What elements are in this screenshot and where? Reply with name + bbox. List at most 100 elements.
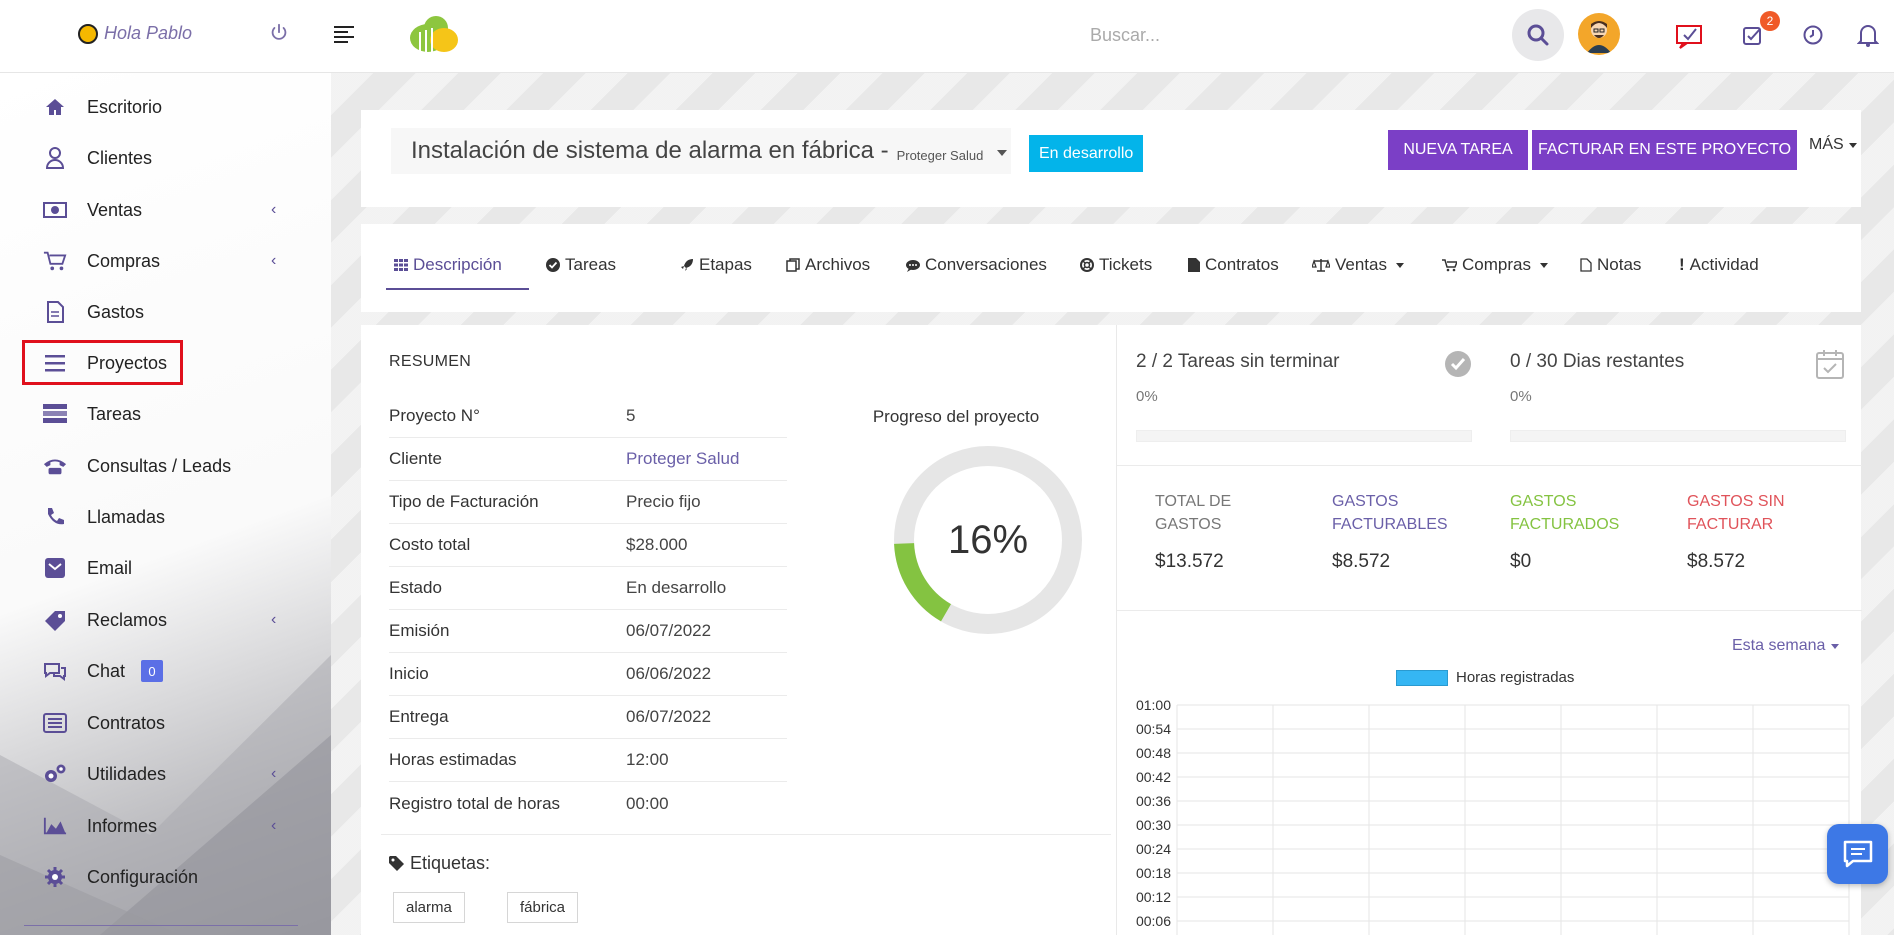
- file-icon: [1188, 258, 1200, 272]
- invoice-project-button[interactable]: FACTURAR EN ESTE PROYECTO: [1532, 130, 1797, 170]
- bell-icon[interactable]: [1853, 20, 1883, 50]
- info-row: Emisión 06/07/2022: [389, 610, 787, 653]
- tab-tickets[interactable]: Tickets: [1080, 250, 1152, 280]
- search-input[interactable]: [1090, 18, 1490, 52]
- more-dropdown[interactable]: MÁS: [1809, 136, 1857, 154]
- sidebar-item-clientes[interactable]: Clientes: [0, 138, 331, 178]
- y-tick-label: 00:06: [1136, 913, 1171, 929]
- info-key: Emisión: [389, 621, 450, 640]
- chat-widget-button[interactable]: [1827, 824, 1888, 884]
- days-progress-bar: [1510, 430, 1846, 442]
- progress-value: 16%: [948, 518, 1028, 562]
- clock-icon[interactable]: [1798, 20, 1828, 50]
- tasks-remaining-title: 2 / 2 Tareas sin terminar: [1136, 351, 1340, 372]
- sidebar-item-informes[interactable]: Informes ‹: [0, 806, 331, 846]
- project-header-card: Instalación de sistema de alarma en fábr…: [361, 110, 1861, 207]
- search-icon: [1527, 24, 1549, 46]
- tag-chip[interactable]: alarma: [393, 892, 465, 923]
- tags-label: Etiquetas:: [410, 853, 491, 873]
- summary-card: RESUMEN Proyecto N° 5 Cliente Proteger S…: [361, 325, 1116, 935]
- sidebar-item-escritorio[interactable]: Escritorio: [0, 87, 331, 127]
- sidebar-item-reclamos[interactable]: Reclamos ‹: [0, 600, 331, 640]
- gear-icon: [43, 865, 67, 889]
- top-navbar: Hola Pablo Buscar... 2: [0, 0, 1894, 73]
- info-row: Costo total $28.000: [389, 524, 787, 567]
- y-tick-label: 00:48: [1136, 745, 1171, 761]
- user-avatar[interactable]: [1578, 13, 1620, 55]
- chevron-left-icon: ‹: [271, 817, 277, 834]
- tab-label: Notas: [1597, 255, 1642, 274]
- life-ring-icon: [1080, 258, 1094, 272]
- cogs-icon: [43, 762, 67, 786]
- sidebar-item-configuracion[interactable]: Configuración: [0, 857, 331, 897]
- caret-down-icon: [1848, 142, 1857, 148]
- project-title: Instalación de sistema de alarma en fábr…: [411, 137, 889, 164]
- new-task-button[interactable]: NUEVA TAREA: [1388, 130, 1528, 170]
- sidebar-item-tareas[interactable]: Tareas: [0, 394, 331, 434]
- info-value: Precio fijo: [626, 492, 701, 511]
- power-icon[interactable]: [268, 22, 290, 44]
- tab-etapas[interactable]: Etapas: [680, 250, 752, 280]
- tab-label: Actividad: [1689, 255, 1759, 274]
- info-key: Cliente: [389, 449, 442, 468]
- tasks-progress-bar: [1136, 430, 1472, 442]
- sidebar-item-email[interactable]: Email: [0, 548, 331, 588]
- sidebar-item-contratos[interactable]: Contratos: [0, 703, 331, 743]
- sidebar-item-label: Consultas / Leads: [87, 455, 232, 476]
- sidebar-item-consultas-leads[interactable]: Consultas / Leads: [0, 446, 331, 486]
- sidebar-item-label: Email: [87, 557, 133, 578]
- sidebar-divider: [24, 925, 298, 926]
- check-circle-icon: [546, 258, 560, 272]
- info-row: Tipo de Facturación Precio fijo: [389, 481, 787, 524]
- tab-label: Descripción: [413, 255, 502, 274]
- tag-chip[interactable]: fábrica: [507, 892, 579, 923]
- active-tab-indicator: [386, 288, 529, 290]
- files-icon: [786, 258, 800, 272]
- tab-compras[interactable]: Compras: [1442, 250, 1548, 280]
- chevron-left-icon: ‹: [271, 611, 277, 628]
- project-title-selector[interactable]: Instalación de sistema de alarma en fábr…: [391, 128, 1011, 174]
- sidebar-item-utilidades[interactable]: Utilidades ‹: [0, 754, 331, 794]
- cart-icon: [43, 249, 67, 273]
- tags-heading: Etiquetas:: [389, 853, 490, 874]
- info-row: Registro total de horas 00:00: [389, 782, 787, 825]
- search-button[interactable]: [1512, 9, 1564, 61]
- info-row: Cliente Proteger Salud: [389, 438, 787, 481]
- tab-contratos[interactable]: Contratos: [1188, 250, 1279, 280]
- tab-tareas[interactable]: Tareas: [546, 250, 616, 280]
- menu-toggle-icon[interactable]: [334, 26, 354, 46]
- info-row: Estado En desarrollo: [389, 567, 787, 610]
- tab-conversaciones[interactable]: Conversaciones: [906, 250, 1047, 280]
- sidebar-item-label: Chat: [87, 660, 126, 681]
- brand-logo[interactable]: [406, 12, 460, 56]
- tab-actividad[interactable]: ! Actividad: [1679, 250, 1759, 280]
- sidebar-item-llamadas[interactable]: Llamadas: [0, 497, 331, 537]
- tab-ventas[interactable]: Ventas: [1312, 250, 1404, 280]
- sidebar-item-gastos[interactable]: Gastos: [0, 292, 331, 332]
- more-label: MÁS: [1809, 136, 1844, 153]
- user-greeting[interactable]: Hola Pablo: [78, 23, 192, 44]
- envelope-icon: [43, 556, 67, 580]
- legend-label: Horas registradas: [1456, 669, 1575, 686]
- tab-archivos[interactable]: Archivos: [786, 250, 870, 280]
- sidebar-item-chat[interactable]: Chat 0: [0, 651, 331, 691]
- tab-label: Archivos: [805, 255, 871, 274]
- sidebar-item-label: Informes: [87, 815, 158, 836]
- comment-icon: [906, 259, 920, 272]
- tab-descripcion[interactable]: Descripción: [394, 250, 502, 280]
- calendar-check-icon: [1816, 350, 1844, 379]
- tab-notas[interactable]: Notas: [1580, 250, 1641, 280]
- period-dropdown[interactable]: Esta semana: [1732, 637, 1840, 655]
- projects-shortcut-icon[interactable]: [1674, 20, 1704, 50]
- info-key: Entrega: [389, 707, 449, 726]
- sidebar-item-compras[interactable]: Compras ‹: [0, 241, 331, 281]
- y-tick-label: 00:12: [1136, 889, 1171, 905]
- sidebar-item-ventas[interactable]: Ventas ‹: [0, 190, 331, 230]
- chart-legend[interactable]: Horas registradas: [1396, 669, 1574, 686]
- legend-swatch: [1396, 669, 1448, 686]
- chat-icon: [1843, 840, 1872, 868]
- client-link[interactable]: Proteger Salud: [626, 449, 739, 469]
- sidebar-item-label: Clientes: [87, 147, 153, 168]
- y-tick-label: 00:42: [1136, 769, 1171, 785]
- expense-label-total: TOTAL DE GASTOS: [1155, 493, 1232, 533]
